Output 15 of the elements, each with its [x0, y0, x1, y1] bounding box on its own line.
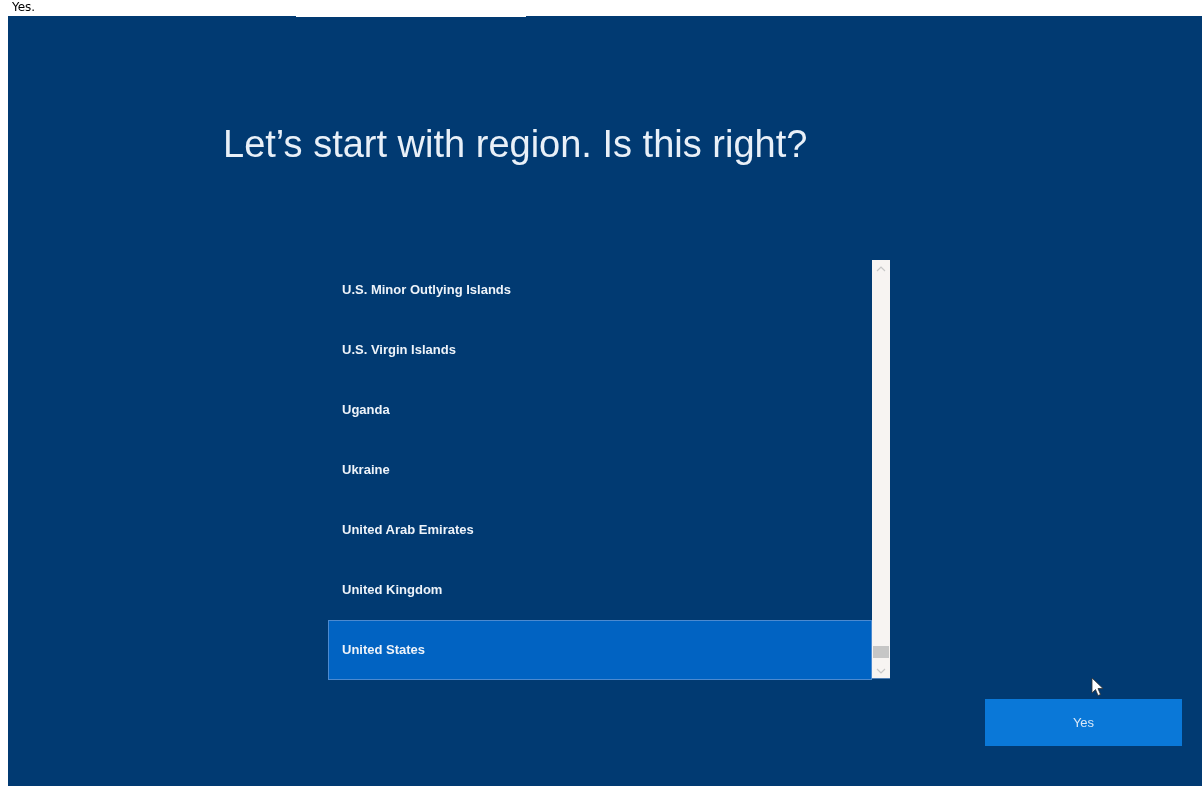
yes-button[interactable]: Yes	[985, 699, 1182, 746]
scroll-down-icon[interactable]	[876, 668, 886, 674]
region-item[interactable]: United Kingdom	[328, 560, 872, 620]
scrollbar[interactable]	[872, 260, 890, 678]
region-item[interactable]: United States	[328, 620, 872, 680]
mouse-pointer-icon	[1091, 677, 1104, 697]
page-title: Let’s start with region. Is this right?	[223, 122, 808, 167]
region-item[interactable]: United Arab Emirates	[328, 500, 872, 560]
region-item[interactable]: Uganda	[328, 380, 872, 440]
region-item[interactable]: U.S. Minor Outlying Islands	[328, 260, 872, 320]
scroll-thumb[interactable]	[873, 646, 889, 658]
scroll-up-icon[interactable]	[876, 266, 886, 272]
region-item[interactable]: U.S. Virgin Islands	[328, 320, 872, 380]
caption-text: Yes.	[12, 0, 36, 15]
region-item[interactable]: Ukraine	[328, 440, 872, 500]
